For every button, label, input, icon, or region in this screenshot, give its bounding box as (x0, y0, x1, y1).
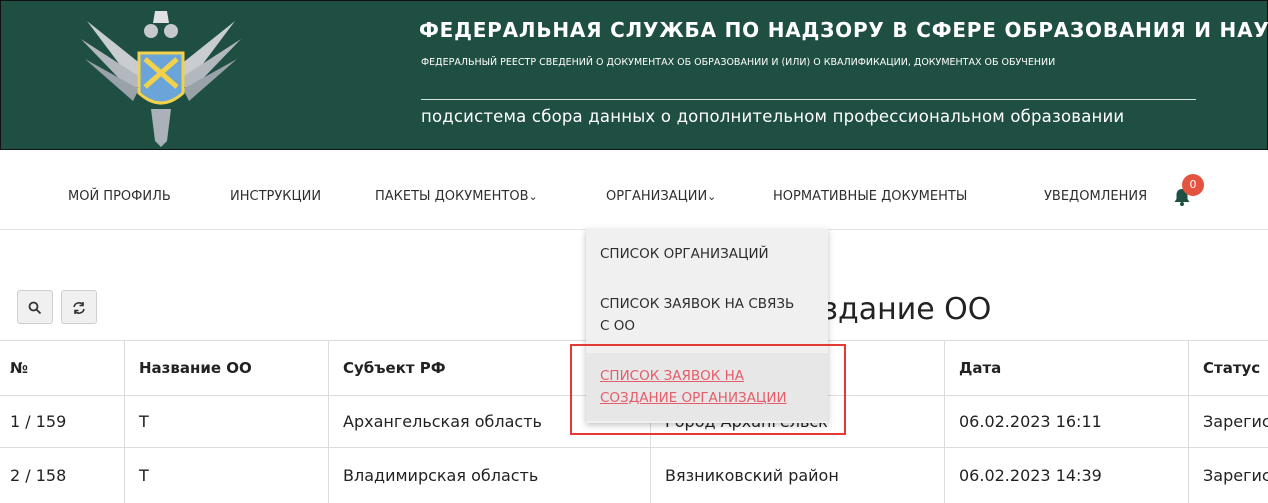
notification-count-badge: 0 (1182, 174, 1204, 196)
main-navigation: МОЙ ПРОФИЛЬ ИНСТРУКЦИИ ПАКЕТЫ ДОКУМЕНТОВ… (0, 150, 1268, 230)
cell-region: Владимирская область (328, 448, 650, 503)
nav-my-profile[interactable]: МОЙ ПРОФИЛЬ (68, 189, 171, 204)
cell-number: 2 / 158 (10, 466, 67, 485)
cell-municipality: Вязниковский район (650, 448, 944, 503)
refresh-button[interactable] (61, 290, 97, 324)
menu-item-creation-requests[interactable]: СПИСОК ЗАЯВОК НА СОЗДАНИЕ ОРГАНИЗАЦИИ (600, 365, 787, 409)
cell-status: Зарегистрирована (1188, 448, 1268, 503)
page-title: здание ОО (822, 292, 992, 327)
nav-instructions[interactable]: ИНСТРУКЦИИ (230, 189, 321, 204)
nav-label: УВЕДОМЛЕНИЯ (1044, 189, 1148, 204)
menu-item-label-line: СПИСОК ЗАЯВОК НА СВЯЗЬ (600, 296, 795, 312)
search-button[interactable] (17, 290, 53, 324)
refresh-icon (73, 301, 85, 314)
site-header: ФЕДЕРАЛЬНАЯ СЛУЖБА ПО НАДЗОРУ В СФЕРЕ ОБ… (0, 0, 1268, 150)
agency-title: ФЕДЕРАЛЬНАЯ СЛУЖБА ПО НАДЗОРУ В СФЕРЕ ОБ… (419, 18, 1268, 42)
cell-number: 1 / 159 (10, 412, 67, 431)
nav-label: ИНСТРУКЦИИ (230, 189, 322, 204)
menu-item-link-requests[interactable]: СПИСОК ЗАЯВОК НА СВЯЗЬ С ОО (600, 293, 794, 337)
nav-organizations[interactable]: ОРГАНИЗАЦИИ⌄ (606, 189, 716, 204)
eagle-emblem-icon (81, 11, 241, 147)
column-header-date: Дата (944, 341, 1188, 395)
menu-item-organization-list[interactable]: СПИСОК ОРГАНИЗАЦИЙ (600, 243, 769, 265)
table-row[interactable]: 2 / 158 Т Владимирская область Вязниковс… (0, 448, 1268, 503)
menu-item-label: СПИСОК ОРГАНИЗАЦИЙ (600, 246, 769, 262)
search-icon (28, 301, 42, 314)
subsystem-title: подсистема сбора данных о дополнительном… (421, 107, 1125, 126)
cell-org-name: Т (124, 396, 328, 447)
cell-date: 06.02.2023 16:11 (944, 396, 1188, 447)
chevron-down-icon: ⌄ (707, 190, 717, 203)
nav-notifications[interactable]: УВЕДОМЛЕНИЯ (1044, 189, 1147, 204)
menu-item-label-line: СПИСОК ЗАЯВОК НА (600, 368, 745, 384)
nav-regulatory-documents[interactable]: НОРМАТИВНЫЕ ДОКУМЕНТЫ (773, 189, 967, 204)
menu-item-label-line: СОЗДАНИЕ ОРГАНИЗАЦИИ (600, 390, 787, 406)
nav-label: ОРГАНИЗАЦИИ (606, 189, 708, 204)
nav-label: МОЙ ПРОФИЛЬ (68, 189, 171, 204)
column-header-number: № (10, 359, 29, 377)
header-divider (421, 99, 1196, 100)
nav-label: НОРМАТИВНЫЕ ДОКУМЕНТЫ (773, 189, 968, 204)
organizations-dropdown-menu: СПИСОК ОРГАНИЗАЦИЙ СПИСОК ЗАЯВОК НА СВЯЗ… (586, 229, 828, 423)
column-header-org-name: Название ОО (124, 341, 328, 395)
cell-status: Зарегистрирована (1188, 396, 1268, 447)
nav-document-packages[interactable]: ПАКЕТЫ ДОКУМЕНТОВ⌄ (375, 189, 538, 204)
nav-label: ПАКЕТЫ ДОКУМЕНТОВ (375, 189, 529, 204)
cell-org-name: Т (124, 448, 328, 503)
column-header-status: Статус (1188, 341, 1268, 395)
chevron-down-icon: ⌄ (528, 190, 538, 203)
menu-item-label-line: С ОО (600, 318, 635, 334)
registry-subtitle: ФЕДЕРАЛЬНЫЙ РЕЕСТР СВЕДЕНИЙ О ДОКУМЕНТАХ… (421, 57, 1056, 68)
cell-date: 06.02.2023 14:39 (944, 448, 1188, 503)
